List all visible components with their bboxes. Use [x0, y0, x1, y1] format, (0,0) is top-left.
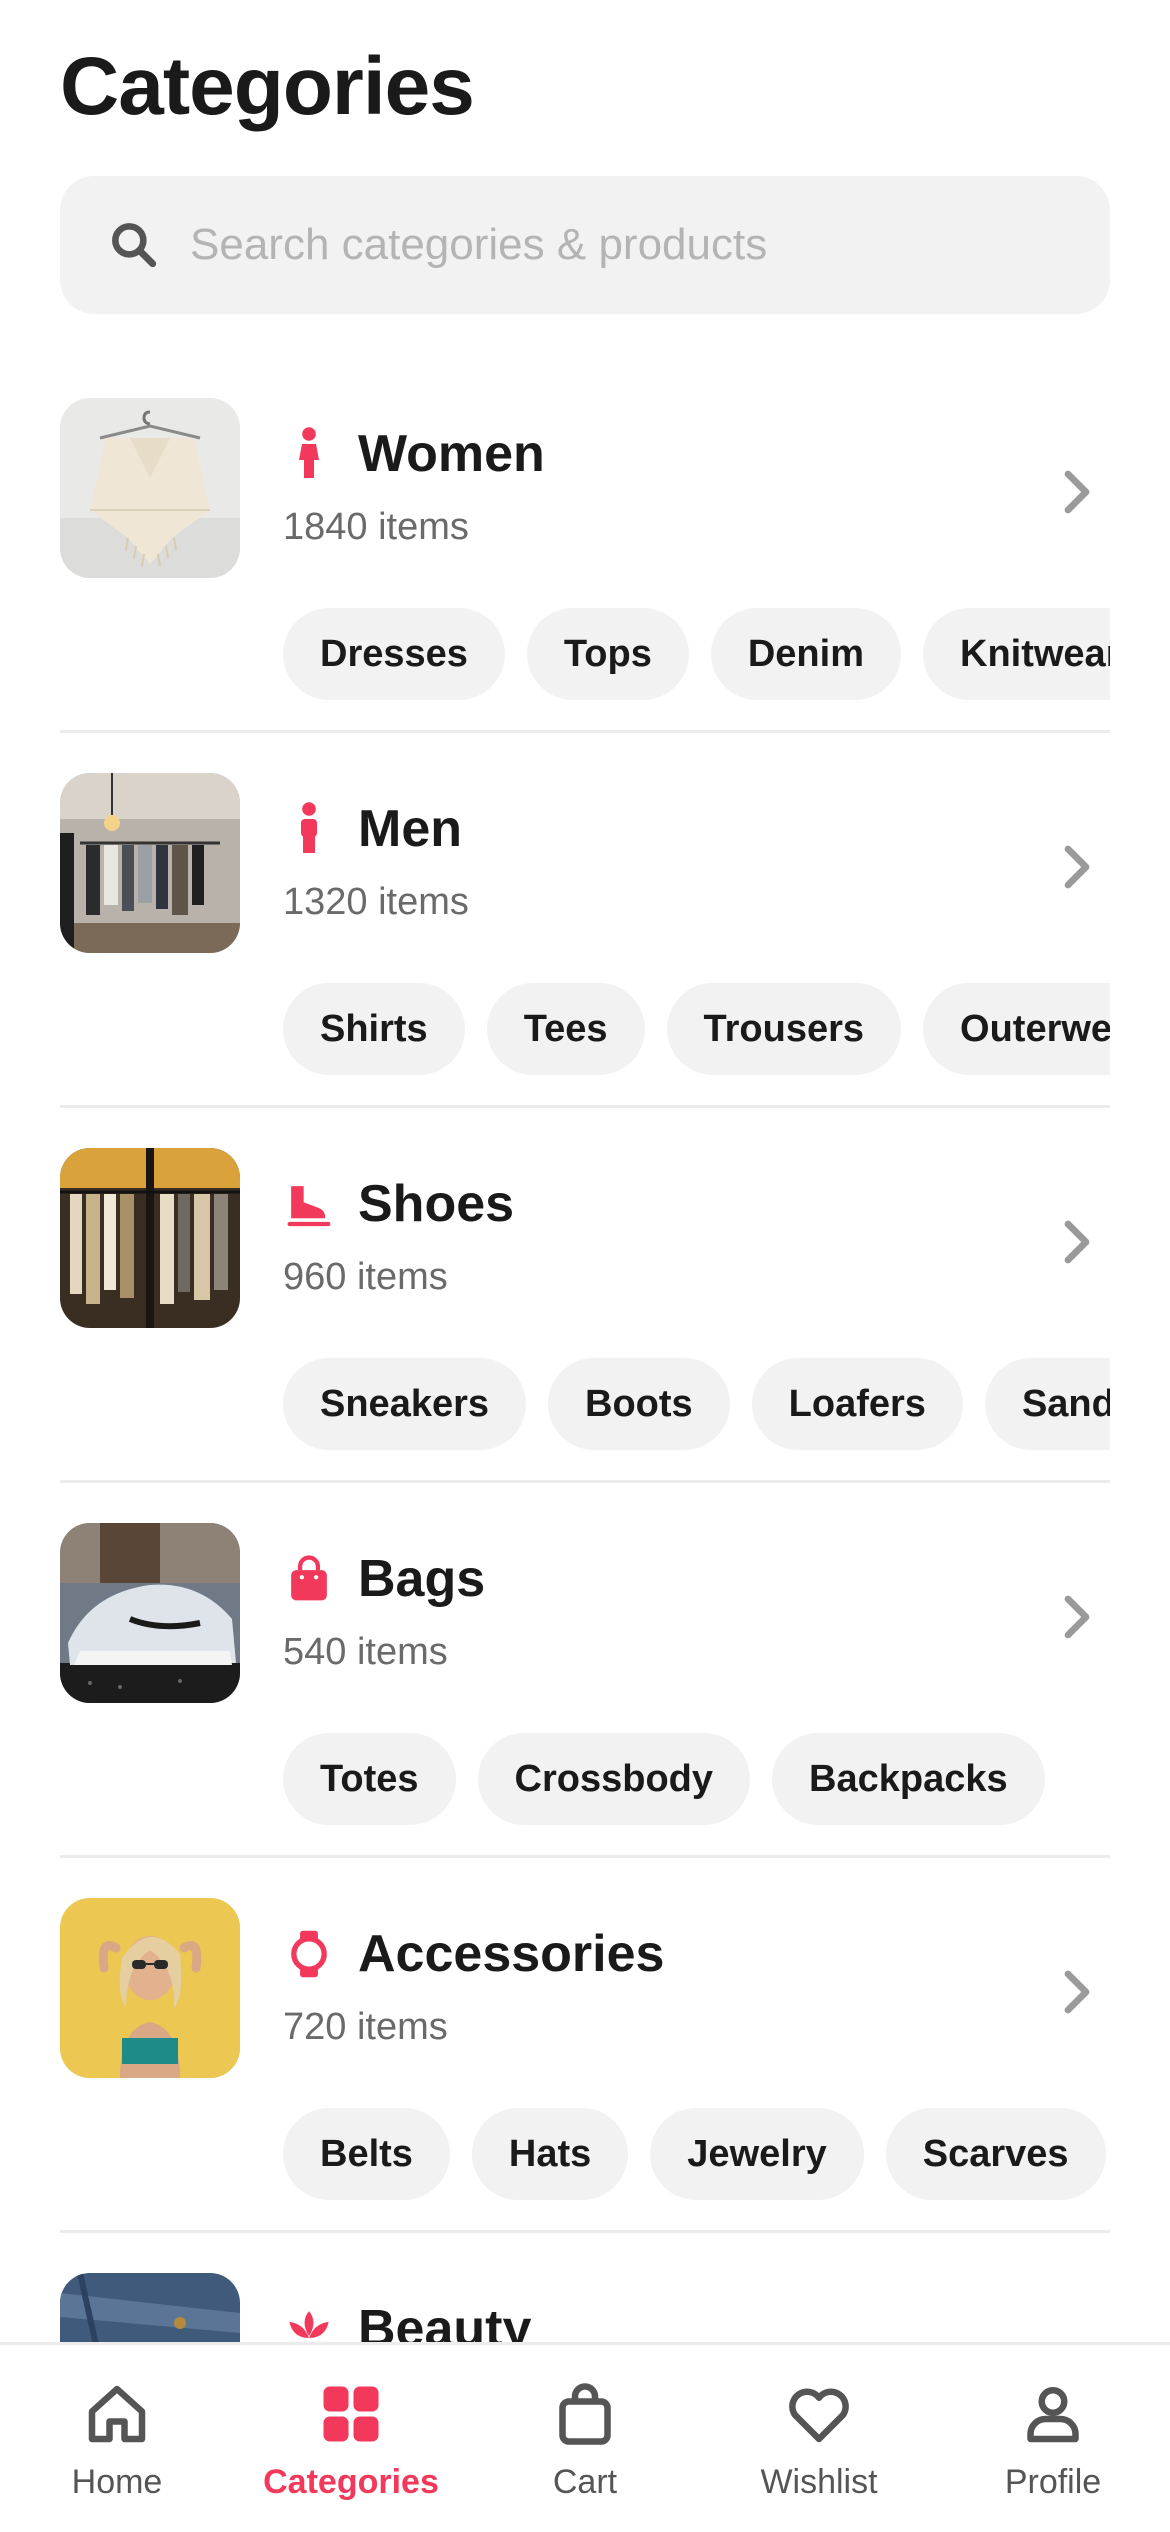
category-row-women[interactable]: Women 1840 items Dresses Tops Denim Knitwea… [0, 358, 1170, 733]
tab-label: Wishlist [760, 2463, 878, 2501]
chevron-right-icon[interactable] [1060, 841, 1096, 893]
man-icon [284, 801, 334, 857]
chevron-right-icon[interactable] [1060, 1591, 1096, 1643]
search-input[interactable] [190, 220, 1070, 270]
category-count: 960 items [283, 1256, 448, 1298]
tab-profile[interactable]: Profile [936, 2345, 1170, 2532]
heart-icon [784, 2379, 854, 2449]
search-icon [106, 217, 162, 273]
chip-shirts[interactable]: Shirts [283, 983, 465, 1075]
chip-trousers[interactable]: Trousers [666, 983, 902, 1075]
tab-wishlist[interactable]: Wishlist [702, 2345, 936, 2532]
category-name: Bags [358, 1550, 486, 1608]
chip-backpacks[interactable]: Backpacks [772, 1733, 1045, 1825]
chip-sandals[interactable]: Sandals [984, 1358, 1110, 1450]
subcategory-chips: Dresses Tops Denim Knitwear [283, 608, 1110, 700]
category-image-accessories [60, 1898, 240, 2078]
categories-screen: Categories Search categories & products … [0, 0, 1170, 2532]
woman-icon [284, 426, 334, 482]
chip-hats[interactable]: Hats [471, 2108, 629, 2200]
shopping-bag-icon [284, 1551, 334, 1607]
category-image-shoes [60, 1148, 240, 1328]
tab-cart[interactable]: Cart [468, 2345, 702, 2532]
subcategory-chips: ShirtsTeesTrousersOuterwear [283, 983, 1110, 1075]
chevron-right-icon[interactable] [1060, 1966, 1096, 2018]
home-icon [82, 2379, 152, 2449]
category-count: 720 items [283, 2006, 448, 2048]
category-row-men[interactable]: Men 1320 items Shirts Tees Trousers Outerwe… [0, 733, 1170, 1108]
tab-home[interactable]: Home [0, 2345, 234, 2532]
watch-icon [284, 1926, 334, 1982]
subcategory-chips: Totes Crossbody Backpacks [283, 1733, 1110, 1825]
person-icon [1018, 2379, 1088, 2449]
category-image-men [60, 773, 240, 953]
chevron-right-icon[interactable] [1060, 1216, 1096, 1268]
chip-tops[interactable]: Tops [526, 608, 689, 700]
category-image-women [60, 398, 240, 578]
chip-denim[interactable]: Denim [710, 608, 901, 700]
subcategory-chips: Belts Hats Jewelry Scarves [283, 2108, 1110, 2200]
category-list: Women 1840 items Dresses Tops Denim Knitwea… [0, 358, 1170, 2532]
chip-boots[interactable]: Boots [548, 1358, 730, 1450]
category-image-bags [60, 1523, 240, 1703]
subcategory-chips: SneakersBootsLoafersSandals [283, 1358, 1110, 1450]
page-title: Categories [60, 41, 475, 132]
bottom-tab-bar: Home Categories Cart Wishlist Profile [0, 2342, 1170, 2532]
category-row-shoes[interactable]: Shoes 960 items Sneakers Boots Loafers Sand… [0, 1108, 1170, 1483]
search-bar[interactable] [60, 176, 1110, 314]
chevron-right-icon[interactable] [1060, 466, 1096, 518]
category-name: Men [358, 800, 462, 858]
grid-icon [316, 2379, 386, 2449]
category-row-accessories[interactable]: Accessories 720 items Belts Hats Jewelry Sc… [0, 1858, 1170, 2233]
bag-icon [550, 2379, 620, 2449]
chip-crossbody[interactable]: Crossbody [477, 1733, 751, 1825]
chip-outerwear[interactable]: Outerwear [923, 983, 1110, 1075]
category-row-bags[interactable]: Bags 540 items Totes Crossbody Backpacks [0, 1483, 1170, 1858]
chip-jewelry[interactable]: Jewelry [650, 2108, 864, 2200]
chip-tees[interactable]: Tees [486, 983, 645, 1075]
tab-label: Cart [552, 2463, 618, 2501]
tab-label: Profile [1004, 2463, 1102, 2501]
chip-knitwear[interactable]: Knitwear [923, 608, 1110, 700]
chip-belts[interactable]: Belts [283, 2108, 450, 2200]
skate-shoe-icon [284, 1176, 334, 1232]
category-count: 540 items [283, 1631, 448, 1673]
tab-label: Categories [263, 2463, 439, 2501]
category-name: Accessories [358, 1925, 665, 1983]
chip-dresses[interactable]: Dresses [283, 608, 505, 700]
tab-categories[interactable]: Categories [234, 2345, 468, 2532]
chip-scarves[interactable]: Scarves [885, 2108, 1106, 2200]
tab-label: Home [71, 2463, 163, 2501]
chip-loafers[interactable]: Loafers [751, 1358, 963, 1450]
chip-sneakers[interactable]: Sneakers [283, 1358, 527, 1450]
chip-totes[interactable]: Totes [283, 1733, 456, 1825]
category-name: Women [358, 425, 545, 483]
category-count: 1840 items [283, 506, 469, 548]
category-name: Shoes [358, 1175, 515, 1233]
category-count: 1320 items [283, 881, 469, 923]
